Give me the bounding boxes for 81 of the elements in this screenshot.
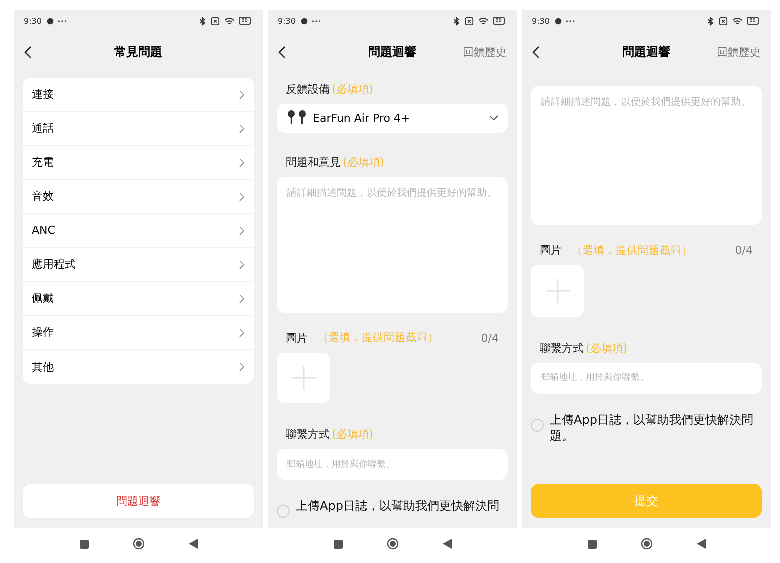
- field-label: 問題和意見: [286, 154, 341, 170]
- more-icon: [312, 20, 321, 22]
- faq-item[interactable]: 操作: [23, 316, 254, 350]
- field-label: 反饋設備: [286, 82, 330, 97]
- back-icon[interactable]: [532, 46, 540, 58]
- notification-icon: [300, 18, 308, 24]
- email-field[interactable]: 郵箱地址，用於與你聯繫。: [277, 449, 508, 480]
- field-label: 聯繫方式: [540, 340, 584, 356]
- earbuds-icon: [286, 110, 308, 126]
- image-count: 0/4: [481, 332, 499, 345]
- wifi-icon: [478, 16, 489, 26]
- faq-item[interactable]: 應用程式: [23, 248, 254, 282]
- back-icon[interactable]: [24, 46, 32, 58]
- chevron-right-icon: [239, 260, 245, 270]
- field-label: 圖片: [286, 330, 308, 346]
- page-title: 問題迴響: [622, 44, 670, 60]
- back-nav-icon[interactable]: [442, 539, 452, 549]
- wifi-icon: [732, 16, 743, 26]
- notification-icon: [554, 18, 562, 24]
- field-label: 圖片: [540, 243, 562, 258]
- more-icon: [58, 20, 67, 22]
- email-field[interactable]: 郵箱地址，用於與你聯繫。: [531, 362, 762, 394]
- history-link[interactable]: 回饋歷史: [717, 44, 761, 60]
- upload-log-option: 上傳App日誌，以幫助我們更快解決問題。: [550, 412, 762, 444]
- home-icon[interactable]: [132, 538, 144, 550]
- more-icon: [566, 20, 575, 22]
- chevron-right-icon: [239, 90, 245, 100]
- faq-item[interactable]: 其他: [23, 350, 254, 384]
- radio-button[interactable]: [277, 505, 290, 518]
- chevron-down-icon: [489, 115, 499, 122]
- chevron-right-icon: [239, 226, 245, 236]
- plus-icon: [292, 366, 316, 390]
- recents-icon[interactable]: [80, 540, 88, 548]
- status-time: 9:30: [278, 16, 296, 26]
- chevron-right-icon: [239, 158, 245, 168]
- page-title: 常見問題: [114, 44, 162, 60]
- wifi-icon: [224, 16, 235, 26]
- chevron-right-icon: [239, 124, 245, 134]
- history-link[interactable]: 回饋歷史: [463, 44, 507, 60]
- chevron-right-icon: [239, 192, 245, 202]
- recents-icon[interactable]: [588, 540, 596, 548]
- chevron-right-icon: [239, 362, 245, 372]
- description-field[interactable]: 請詳細描述問題，以便於我們提供更好的幫助。: [531, 86, 762, 226]
- required-note: (必填項): [343, 154, 385, 170]
- image-count: 0/4: [735, 244, 753, 258]
- faq-item[interactable]: 連接: [23, 78, 254, 112]
- required-note: (必填項): [332, 427, 374, 442]
- optional-note: （選填，提供問題截圖）: [318, 331, 439, 346]
- faq-item[interactable]: 音效: [23, 180, 254, 214]
- status-time: 9:30: [532, 16, 550, 26]
- optional-note: （選填，提供問題截圖）: [572, 244, 693, 258]
- feedback-button[interactable]: 問題迴響: [23, 484, 254, 518]
- device-select[interactable]: EarFun Air Pro 4+: [277, 104, 508, 133]
- sim-icon: [464, 16, 474, 26]
- home-icon[interactable]: [386, 538, 398, 550]
- page-title: 問題迴響: [368, 44, 416, 60]
- faq-item[interactable]: ANC: [23, 214, 254, 248]
- required-note: (必填項): [332, 82, 374, 97]
- bluetooth-icon: [198, 16, 207, 26]
- back-nav-icon[interactable]: [696, 539, 706, 549]
- plus-icon: [546, 278, 570, 303]
- chevron-right-icon: [239, 328, 245, 338]
- field-label: 聯繫方式: [286, 427, 330, 442]
- back-icon[interactable]: [278, 46, 286, 58]
- bluetooth-icon: [706, 16, 715, 26]
- upload-log-option: 上傳App日誌，以幫助我們更快解決問: [296, 498, 500, 514]
- status-time: 9:30: [24, 16, 42, 26]
- back-nav-icon[interactable]: [188, 539, 198, 549]
- description-field[interactable]: 請詳細描述問題，以便於我們提供更好的幫助。: [277, 176, 508, 313]
- faq-item[interactable]: 佩戴: [23, 282, 254, 316]
- required-note: (必填項): [586, 340, 628, 356]
- recents-icon[interactable]: [334, 540, 342, 548]
- home-icon[interactable]: [640, 538, 652, 550]
- sim-icon: [210, 16, 220, 26]
- faq-item[interactable]: 通話: [23, 112, 254, 146]
- radio-button[interactable]: [531, 419, 544, 432]
- bluetooth-icon: [452, 16, 461, 26]
- chevron-right-icon: [239, 294, 245, 304]
- faq-item[interactable]: 充電: [23, 146, 254, 180]
- sim-icon: [718, 16, 728, 26]
- notification-icon: [46, 18, 54, 24]
